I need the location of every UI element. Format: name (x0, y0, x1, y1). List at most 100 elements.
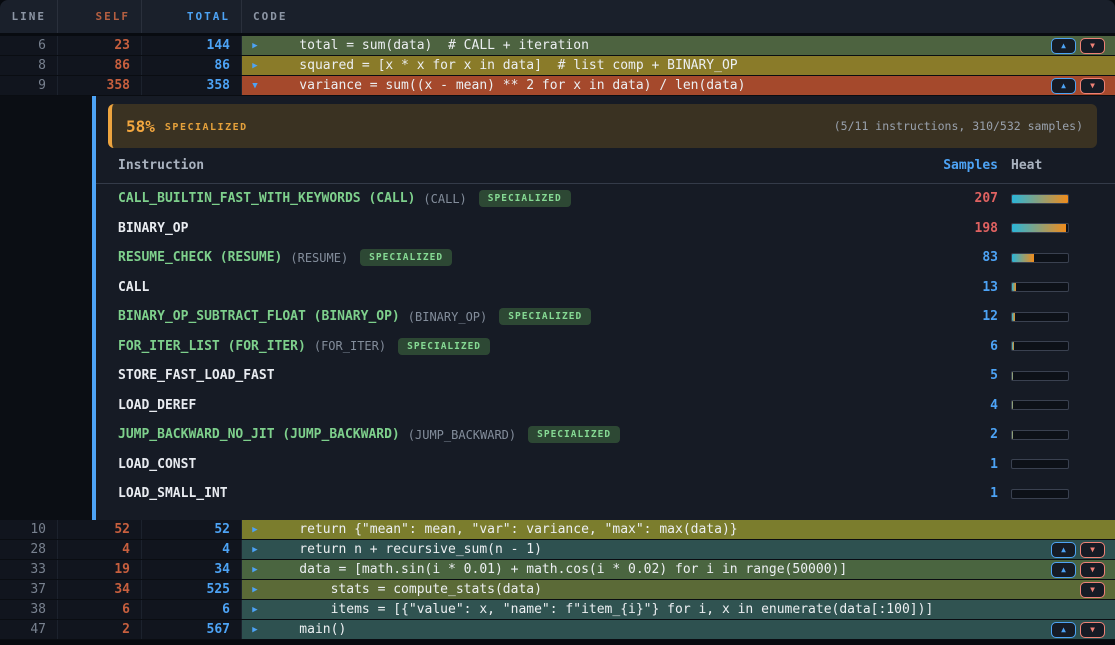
heat-bar (1011, 430, 1069, 440)
sample-count: 6 (908, 339, 998, 354)
move-up-button[interactable]: ▲ (1051, 622, 1076, 638)
opcode-name: STORE_FAST_LOAD_FAST (118, 368, 275, 383)
heat-column-header: Heat (1011, 158, 1069, 173)
expand-arrow-icon[interactable]: ▶ (242, 605, 268, 615)
code-row-line-38: 38 6 6 ▶ items = [{"value": x, "name": f… (0, 600, 1115, 620)
move-down-button[interactable]: ▼ (1080, 78, 1105, 94)
instruction-detail-panel: 58% SPECIALIZED (5/11 instructions, 310/… (0, 96, 1115, 520)
line-number: 9 (0, 76, 58, 95)
specialization-banner: 58% SPECIALIZED (5/11 instructions, 310/… (108, 104, 1097, 148)
line-number: 37 (0, 580, 58, 599)
heat-bar (1011, 223, 1069, 233)
expand-arrow-icon[interactable]: ▶ (242, 585, 268, 595)
move-down-button[interactable]: ▼ (1080, 562, 1105, 578)
total-samples: 4 (142, 540, 242, 559)
panel-content: 58% SPECIALIZED (5/11 instructions, 310/… (96, 96, 1115, 520)
move-down-button[interactable]: ▼ (1080, 582, 1105, 598)
self-samples: 23 (58, 36, 142, 55)
opcode-name: CALL_BUILTIN_FAST_WITH_KEYWORDS (CALL) (118, 191, 415, 206)
line-number: 47 (0, 620, 58, 639)
code-cell[interactable]: ▶ items = [{"value": x, "name": f"item_{… (242, 600, 1115, 619)
move-up-button[interactable]: ▲ (1051, 542, 1076, 558)
self-samples: 358 (58, 76, 142, 95)
expand-arrow-icon[interactable]: ▶ (242, 41, 268, 51)
code-cell[interactable]: ▶ total = sum(data) # CALL + iteration ▲… (242, 36, 1115, 55)
opcode-name: JUMP_BACKWARD_NO_JIT (JUMP_BACKWARD) (118, 427, 400, 442)
base-opcode: (CALL) (423, 192, 466, 206)
column-header-total[interactable]: TOTAL (142, 0, 242, 33)
specialized-badge: SPECIALIZED (360, 249, 452, 266)
code-row-line-28: 28 4 4 ▶ return n + recursive_sum(n - 1)… (0, 540, 1115, 560)
sample-count: 13 (908, 280, 998, 295)
specialized-badge: SPECIALIZED (398, 338, 490, 355)
line-number: 38 (0, 600, 58, 619)
move-down-button[interactable]: ▼ (1080, 622, 1105, 638)
instruction-row: STORE_FAST_LOAD_FAST SPECIALIZED 5 (96, 361, 1115, 391)
opcode-name: BINARY_OP_SUBTRACT_FLOAT (BINARY_OP) (118, 309, 400, 324)
sample-count: 198 (908, 221, 998, 236)
heat-bar (1011, 312, 1069, 322)
heat-bar (1011, 282, 1069, 292)
expand-arrow-icon[interactable]: ▶ (242, 545, 268, 555)
instruction-row: LOAD_DEREF SPECIALIZED 4 (96, 391, 1115, 421)
code-cell[interactable]: ▶ data = [math.sin(i * 0.01) + math.cos(… (242, 560, 1115, 579)
code-text: return {"mean": mean, "var": variance, "… (268, 522, 738, 537)
expand-arrow-icon[interactable]: ▶ (242, 61, 268, 71)
code-cell[interactable]: ▶ stats = compute_stats(data) ▲ ▼ (242, 580, 1115, 599)
code-text: variance = sum((x - mean) ** 2 for x in … (268, 78, 745, 93)
heat-bar-fill (1012, 313, 1015, 321)
heat-bar (1011, 489, 1069, 499)
column-header-code: CODE (242, 0, 1115, 33)
specialized-badge: SPECIALIZED (499, 308, 591, 325)
code-text: stats = compute_stats(data) (268, 582, 542, 597)
heat-bar-fill (1012, 431, 1013, 439)
code-cell[interactable]: ▶ main() ▲ ▼ (242, 620, 1115, 639)
expand-arrow-icon[interactable]: ▶ (242, 625, 268, 635)
opcode-name: LOAD_SMALL_INT (118, 486, 228, 501)
move-down-button[interactable]: ▼ (1080, 542, 1105, 558)
sample-count: 83 (908, 250, 998, 265)
specialized-badge: SPECIALIZED (528, 426, 620, 443)
samples-column-header[interactable]: Samples (908, 158, 998, 173)
base-opcode: (FOR_ITER) (314, 339, 386, 353)
move-up-button[interactable]: ▲ (1051, 78, 1076, 94)
column-header-self[interactable]: SELF (58, 0, 142, 33)
self-samples: 2 (58, 620, 142, 639)
heat-bar-fill (1012, 401, 1013, 409)
code-text: return n + recursive_sum(n - 1) (268, 542, 542, 557)
sample-count: 1 (908, 457, 998, 472)
instruction-row: BINARY_OP_SUBTRACT_FLOAT (BINARY_OP) (BI… (96, 302, 1115, 332)
heat-bar (1011, 341, 1069, 351)
instruction-row: CALL_BUILTIN_FAST_WITH_KEYWORDS (CALL) (… (96, 184, 1115, 214)
expand-arrow-icon[interactable]: ▶ (242, 525, 268, 535)
code-cell[interactable]: ▶ return n + recursive_sum(n - 1) ▲ ▼ (242, 540, 1115, 559)
code-cell[interactable]: ▶ return {"mean": mean, "var": variance,… (242, 520, 1115, 539)
collapse-arrow-icon[interactable]: ▼ (242, 81, 268, 91)
opcode-name: BINARY_OP (118, 221, 188, 236)
specialized-percent: 58% (126, 117, 155, 136)
total-samples: 6 (142, 600, 242, 619)
move-up-button[interactable]: ▲ (1051, 38, 1076, 54)
heat-bar (1011, 400, 1069, 410)
opcode-name: LOAD_CONST (118, 457, 196, 472)
instruction-row: LOAD_SMALL_INT SPECIALIZED 1 (96, 479, 1115, 509)
instruction-column-header: Instruction (118, 158, 908, 173)
move-up-button[interactable]: ▲ (1051, 562, 1076, 578)
column-header-line[interactable]: LINE (0, 0, 58, 33)
heat-bar (1011, 194, 1069, 204)
code-cell[interactable]: ▼ variance = sum((x - mean) ** 2 for x i… (242, 76, 1115, 95)
heat-bar-fill (1012, 195, 1068, 203)
panel-gutter (0, 96, 92, 520)
expand-arrow-icon[interactable]: ▶ (242, 565, 268, 575)
line-number: 28 (0, 540, 58, 559)
move-down-button[interactable]: ▼ (1080, 38, 1105, 54)
base-opcode: (BINARY_OP) (408, 310, 487, 324)
opcode-name: RESUME_CHECK (RESUME) (118, 250, 282, 265)
code-row-line-8: 8 86 86 ▶ squared = [x * x for x in data… (0, 56, 1115, 76)
code-cell[interactable]: ▶ squared = [x * x for x in data] # list… (242, 56, 1115, 75)
instruction-row: CALL SPECIALIZED 13 (96, 273, 1115, 303)
code-text: data = [math.sin(i * 0.01) + math.cos(i … (268, 562, 847, 577)
base-opcode: (RESUME) (290, 251, 348, 265)
code-row-line-10: 10 52 52 ▶ return {"mean": mean, "var": … (0, 520, 1115, 540)
sample-count: 12 (908, 309, 998, 324)
